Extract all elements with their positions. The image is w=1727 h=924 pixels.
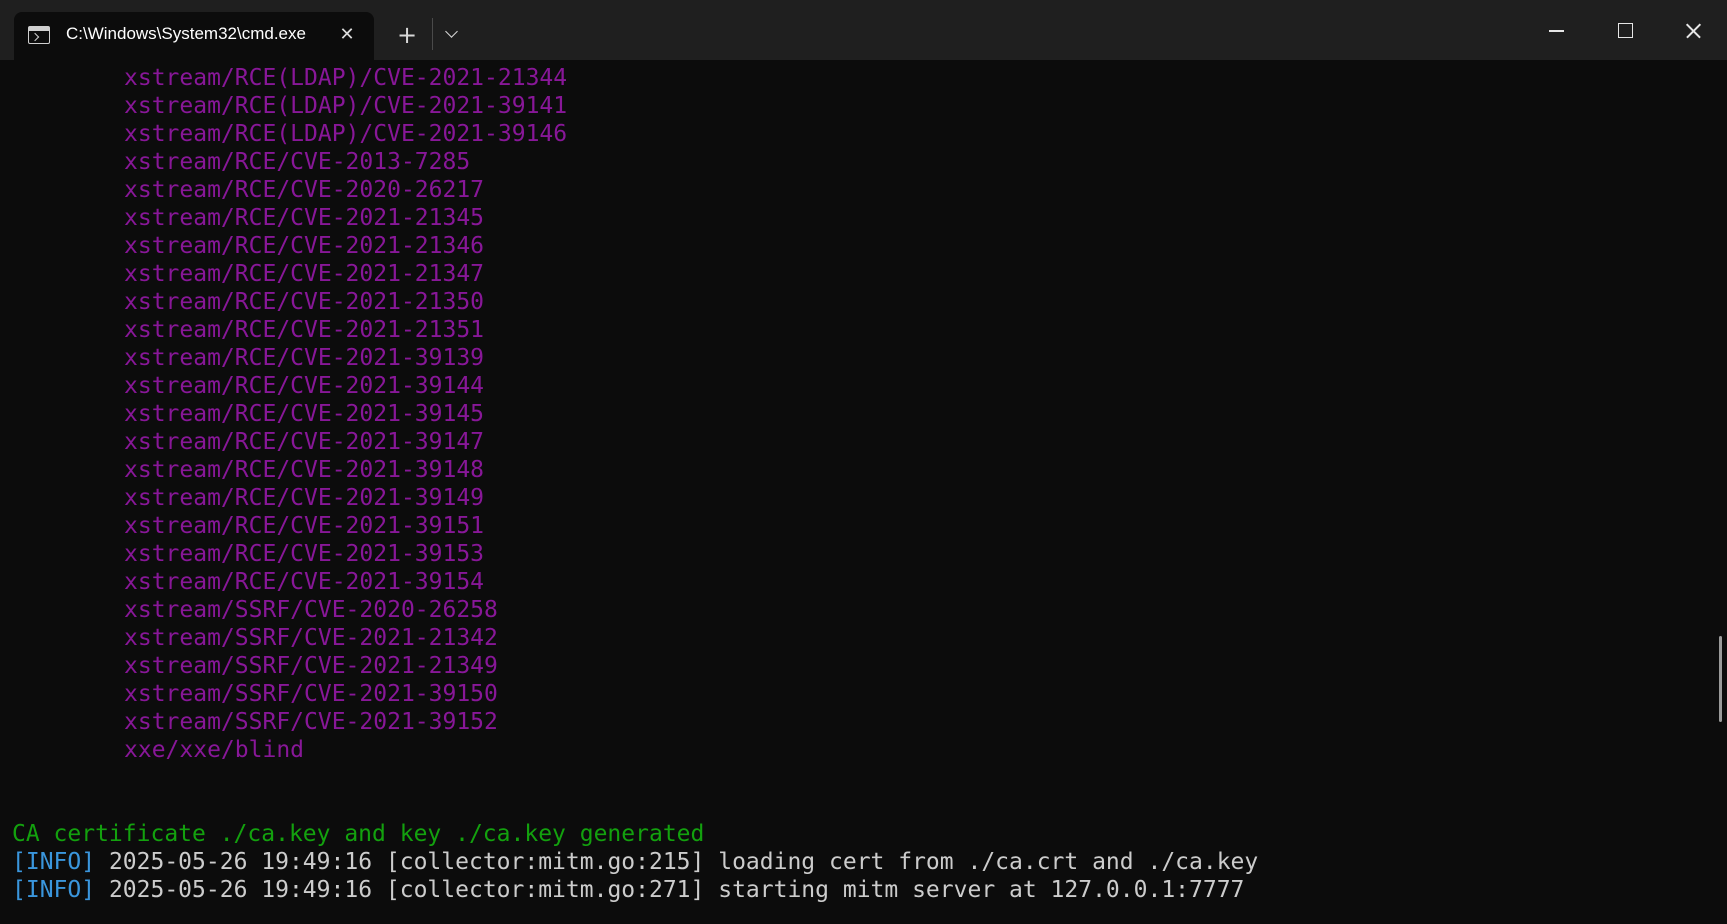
terminal-line: xstream/SSRF/CVE-2021-21342 [124, 625, 498, 651]
close-window-button[interactable] [1658, 0, 1726, 60]
terminal-line: xstream/SSRF/CVE-2021-39150 [124, 681, 498, 707]
terminal-line: xstream/RCE/CVE-2021-21346 [124, 233, 485, 259]
log-message: 2025-05-26 19:49:16 [collector:mitm.go:2… [95, 877, 1245, 903]
terminal-line: xstream/RCE/CVE-2021-39147 [124, 429, 485, 455]
terminal-output[interactable]: xstream/RCE(LDAP)/CVE-2021-21344 xstream/… [0, 60, 1712, 924]
terminal-line: xstream/RCE/CVE-2021-39154 [124, 569, 485, 595]
plus-icon: + [396, 21, 418, 49]
terminal-line: xstream/RCE/CVE-2013-7285 [124, 149, 471, 175]
terminal-line: xxe/xxe/blind [124, 737, 305, 763]
terminal-icon [28, 26, 50, 44]
close-tab-icon[interactable]: ✕ [334, 22, 360, 48]
tab-dropdown-button[interactable] [440, 22, 464, 48]
terminal-line: xstream/RCE/CVE-2021-39151 [124, 513, 485, 539]
terminal-line: xstream/RCE/CVE-2021-21347 [124, 261, 485, 287]
log-message: 2025-05-26 19:49:16 [collector:mitm.go:2… [95, 849, 1259, 875]
ca-generated-message: CA certificate ./ca.key and key ./ca.key… [12, 821, 705, 847]
terminal-line: xstream/RCE(LDAP)/CVE-2021-39141 [124, 93, 568, 119]
terminal-line: xstream/RCE/CVE-2021-21345 [124, 205, 485, 231]
scrollbar[interactable] [1712, 60, 1727, 924]
log-line: [INFO] 2025-05-26 19:49:16 [collector:mi… [12, 848, 1258, 876]
terminal-line: xstream/RCE/CVE-2021-39149 [124, 485, 485, 511]
terminal-line: xstream/RCE/CVE-2021-39139 [124, 345, 485, 371]
info-tag: [INFO] [12, 849, 96, 875]
terminal-line: xstream/RCE/CVE-2021-39148 [124, 457, 485, 483]
terminal-line: xstream/SSRF/CVE-2021-39152 [124, 709, 498, 735]
new-tab-button[interactable]: + [392, 20, 422, 50]
terminal-line: xstream/RCE/CVE-2021-21350 [124, 289, 485, 315]
title-bar: C:\Windows\System32\cmd.exe ✕ + [0, 0, 1727, 60]
maximize-button[interactable] [1590, 0, 1658, 60]
scrollbar-thumb[interactable] [1719, 636, 1722, 722]
terminal-line: xstream/RCE(LDAP)/CVE-2021-39146 [124, 121, 568, 147]
tab-title: C:\Windows\System32\cmd.exe [66, 24, 306, 43]
terminal-line: xstream/SSRF/CVE-2021-21349 [124, 653, 498, 679]
terminal-line: xstream/RCE(LDAP)/CVE-2021-21344 [124, 65, 568, 91]
info-tag: [INFO] [12, 877, 96, 903]
tab-divider [432, 18, 433, 50]
minimize-button[interactable] [1522, 0, 1590, 60]
terminal-line: xstream/SSRF/CVE-2020-26258 [124, 597, 498, 623]
terminal-line: xstream/RCE/CVE-2021-21351 [124, 317, 485, 343]
terminal-line: xstream/RCE/CVE-2021-39153 [124, 541, 485, 567]
terminal-line: xstream/RCE/CVE-2021-39145 [124, 401, 485, 427]
terminal-line: xstream/RCE/CVE-2021-39144 [124, 373, 485, 399]
log-line: [INFO] 2025-05-26 19:49:16 [collector:mi… [12, 876, 1244, 904]
tab-cmd[interactable]: C:\Windows\System32\cmd.exe ✕ [14, 12, 374, 60]
terminal-line: xstream/RCE/CVE-2020-26217 [124, 177, 485, 203]
